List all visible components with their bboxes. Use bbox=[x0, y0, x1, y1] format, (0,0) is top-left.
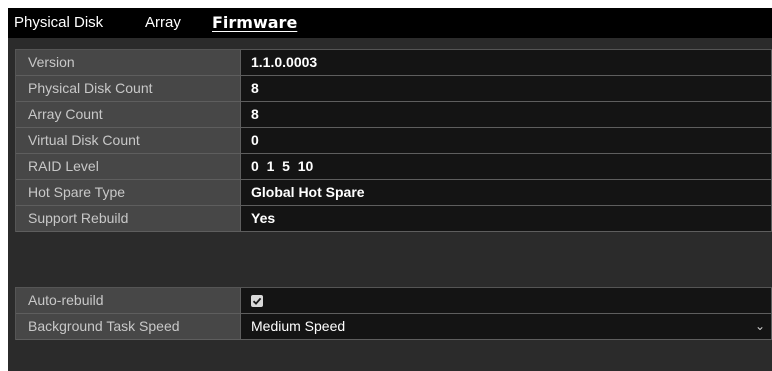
row-value: Global Hot Spare bbox=[241, 180, 772, 206]
tab-array[interactable]: Array bbox=[145, 8, 181, 38]
row-value: 0 bbox=[241, 128, 772, 154]
row-label: RAID Level bbox=[16, 154, 241, 180]
rebuild-settings-table: Auto-rebuild Background Task Speed Mediu… bbox=[15, 287, 772, 340]
row-label: Physical Disk Count bbox=[16, 76, 241, 102]
row-value: 8 bbox=[241, 102, 772, 128]
firmware-panel: Physical Disk Array Firmware Version 1.1… bbox=[8, 8, 772, 371]
row-value: 1.1.0.0003 bbox=[241, 50, 772, 76]
table-row: Array Count 8 bbox=[16, 102, 772, 128]
row-label: Support Rebuild bbox=[16, 206, 241, 232]
row-label: Array Count bbox=[16, 102, 241, 128]
chevron-down-icon: ⌄ bbox=[754, 319, 765, 333]
auto-rebuild-label: Auto-rebuild bbox=[16, 288, 241, 314]
auto-rebuild-cell bbox=[241, 288, 772, 314]
auto-rebuild-row: Auto-rebuild bbox=[16, 288, 772, 314]
tab-bar: Physical Disk Array Firmware bbox=[8, 8, 772, 38]
auto-rebuild-checkbox[interactable] bbox=[251, 295, 263, 307]
row-value: Yes bbox=[241, 206, 772, 232]
table-row: Physical Disk Count 8 bbox=[16, 76, 772, 102]
row-label: Hot Spare Type bbox=[16, 180, 241, 206]
table-row: Virtual Disk Count 0 bbox=[16, 128, 772, 154]
table-row: Support Rebuild Yes bbox=[16, 206, 772, 232]
row-label: Version bbox=[16, 50, 241, 76]
firmware-info-table: Version 1.1.0.0003 Physical Disk Count 8… bbox=[15, 49, 772, 232]
table-row: Hot Spare Type Global Hot Spare bbox=[16, 180, 772, 206]
background-speed-row: Background Task Speed Medium Speed ⌄ bbox=[16, 314, 772, 340]
row-value: 0 1 5 10 bbox=[241, 154, 772, 180]
table-row: RAID Level 0 1 5 10 bbox=[16, 154, 772, 180]
tab-firmware[interactable]: Firmware bbox=[212, 8, 297, 38]
background-speed-select[interactable]: Medium Speed ⌄ bbox=[241, 314, 772, 340]
row-value: 8 bbox=[241, 76, 772, 102]
background-speed-label: Background Task Speed bbox=[16, 314, 241, 340]
table-row: Version 1.1.0.0003 bbox=[16, 50, 772, 76]
tab-physical-disk[interactable]: Physical Disk bbox=[14, 8, 103, 38]
background-speed-value: Medium Speed bbox=[251, 318, 346, 334]
checkmark-icon bbox=[252, 297, 262, 305]
row-label: Virtual Disk Count bbox=[16, 128, 241, 154]
